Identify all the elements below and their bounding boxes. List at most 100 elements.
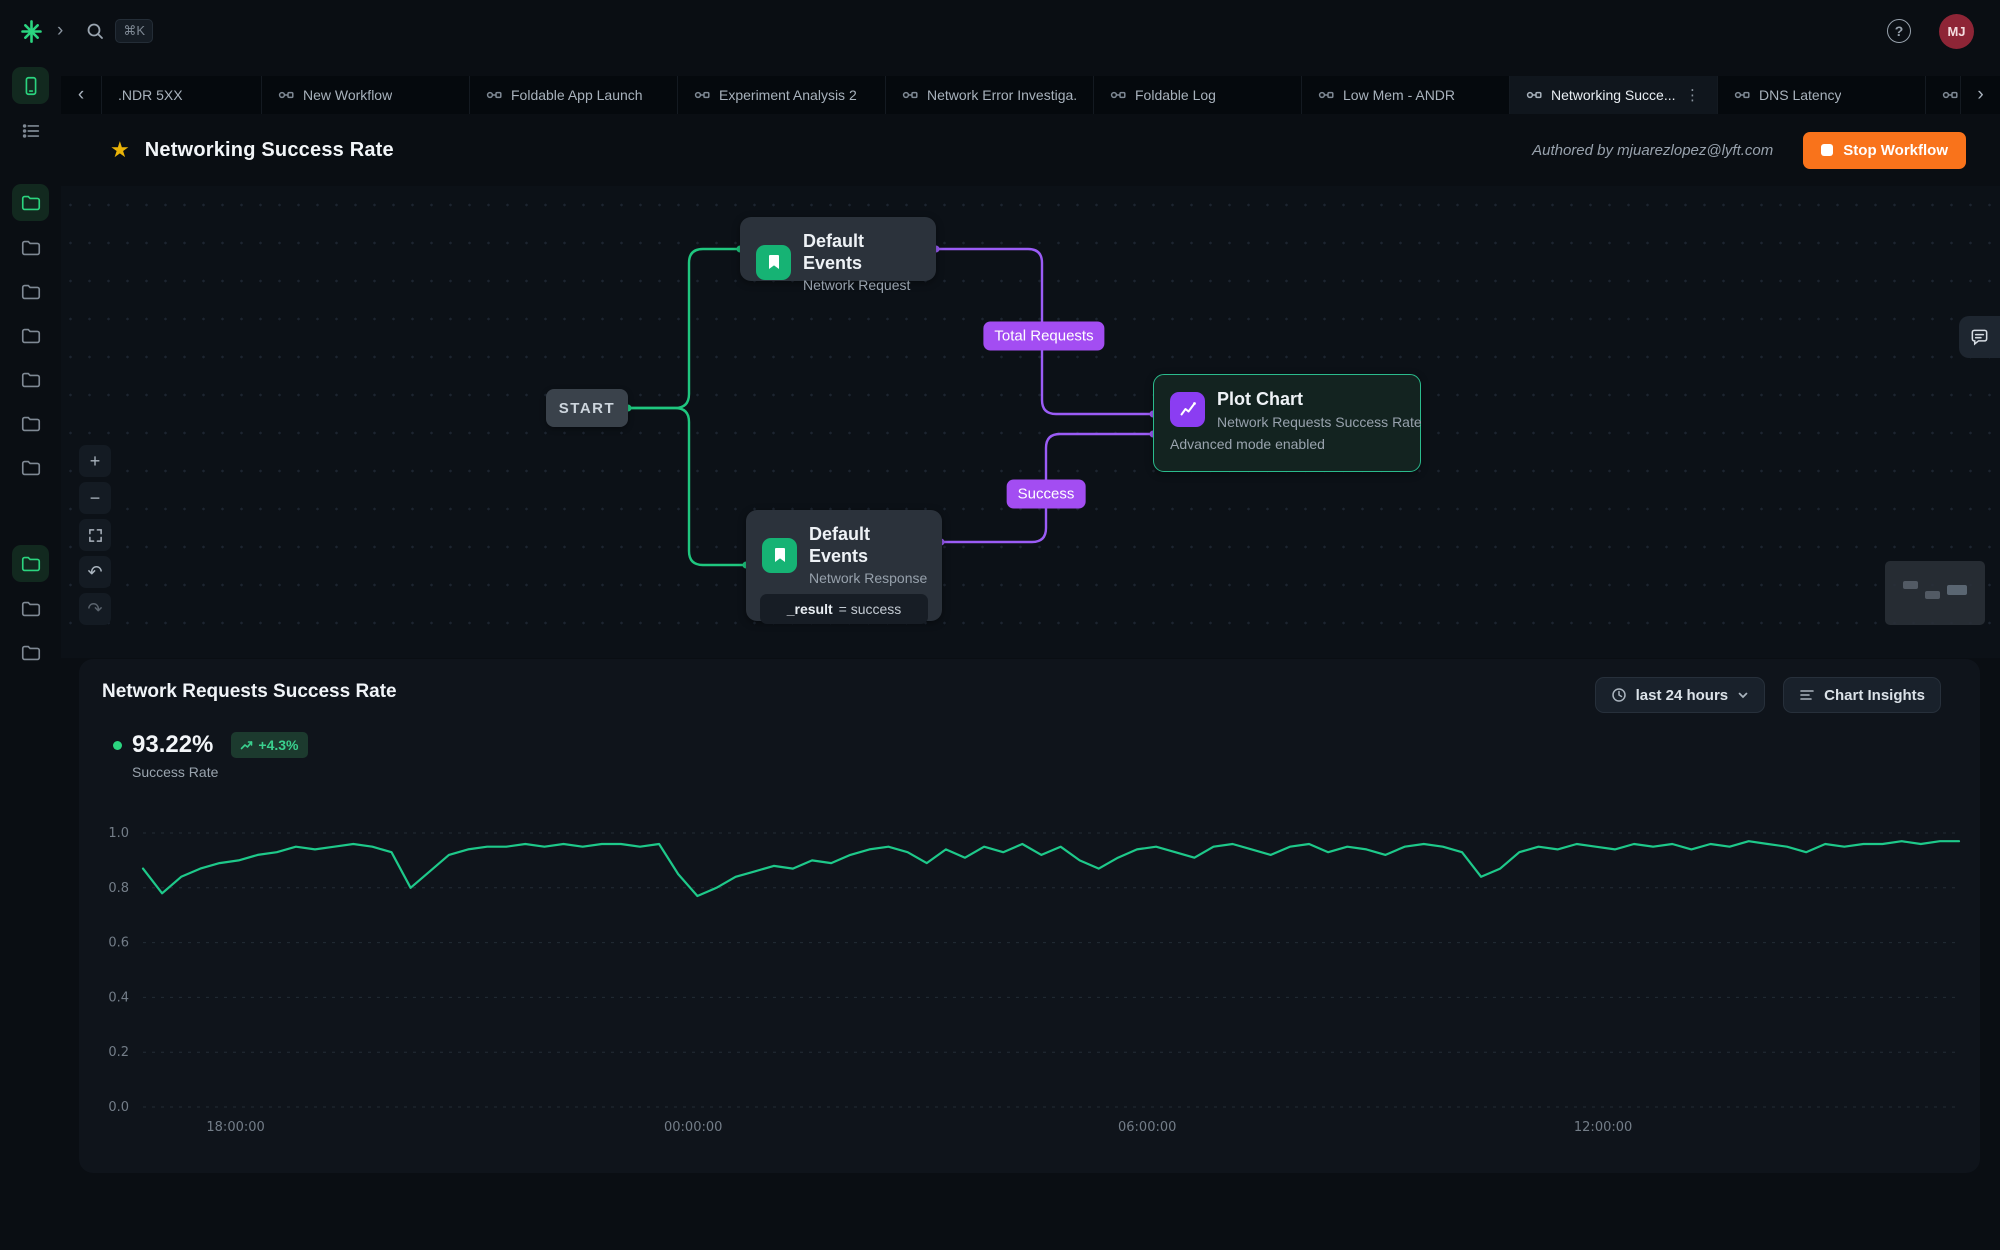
zoom-in-button[interactable]: + (79, 445, 111, 477)
workflow-icon (1526, 87, 1542, 103)
tab-workflow-3[interactable]: Experiment Analysis 2 (677, 76, 885, 114)
sidebar-folder-4[interactable] (12, 317, 49, 354)
workflow-icon (278, 87, 294, 103)
folder-icon (20, 553, 42, 575)
expand-icon (88, 528, 103, 543)
tab-workflow-0[interactable]: .NDR 5XX (101, 76, 261, 114)
sidebar-expand-icon[interactable]: › (57, 20, 63, 42)
svg-text:0.6: 0.6 (108, 936, 129, 951)
workflow-icon (694, 87, 710, 103)
sidebar-item-runs-list[interactable] (12, 112, 49, 149)
workflow-icon (902, 87, 918, 103)
tab-menu-icon[interactable]: ⋮ (1685, 86, 1701, 104)
condition-chip[interactable]: _result = success (760, 594, 928, 624)
clock-icon (1611, 687, 1627, 703)
bookmark-icon (756, 245, 791, 280)
workflow-icon (1734, 87, 1750, 103)
svg-text:0.4: 0.4 (108, 990, 129, 1005)
page-title: Networking Success Rate (145, 139, 394, 162)
favorite-star-icon[interactable]: ★ (110, 137, 130, 163)
sidebar-folder-7[interactable] (12, 449, 49, 486)
help-button[interactable]: ? (1887, 19, 1911, 43)
folder-icon (20, 325, 42, 347)
stop-workflow-button[interactable]: Stop Workflow (1803, 132, 1966, 169)
sidebar-folder-6[interactable] (12, 405, 49, 442)
topbar: › ⌘K ? MJ (0, 0, 2000, 76)
bookmark-icon (762, 538, 797, 573)
workflow-icon (486, 87, 502, 103)
sidebar-folder-active[interactable] (12, 184, 49, 221)
svg-text:12:00:00: 12:00:00 (1574, 1120, 1632, 1135)
sidebar-folder-active-2[interactable] (12, 545, 49, 582)
success-rate-line-chart: 0.00.20.40.60.81.018:00:0000:00:0006:00:… (79, 821, 1973, 1143)
undo-button[interactable]: ↶ (79, 556, 111, 588)
svg-text:0.0: 0.0 (108, 1100, 129, 1115)
node-default-events-request[interactable]: Default Events Network Request (740, 217, 936, 281)
tab-workflow-4[interactable]: Network Error Investiga... (885, 76, 1093, 114)
sidebar (0, 76, 61, 1250)
workflow-icon (1942, 87, 1958, 103)
tab-workflow-2[interactable]: Foldable App Launch (469, 76, 677, 114)
workflow-tabbar: ‹ .NDR 5XX New Workflow Foldable App Lau… (61, 76, 2000, 114)
comments-button[interactable] (1959, 316, 2000, 358)
workflow-header: ★ Networking Success Rate Authored by mj… (61, 114, 2000, 186)
app-logo-icon (18, 18, 45, 45)
chart-insights-button[interactable]: Chart Insights (1783, 677, 1941, 713)
tab-workflow-6[interactable]: Low Mem - ANDR (1301, 76, 1509, 114)
svg-text:1.0: 1.0 (108, 826, 129, 841)
canvas-minimap[interactable] (1885, 561, 1985, 625)
sidebar-folder-3[interactable] (12, 273, 49, 310)
workflow-canvas[interactable]: START Default Events Network Request (61, 186, 2000, 658)
main-content: ‹ .NDR 5XX New Workflow Foldable App Lau… (61, 76, 2000, 1250)
tab-workflow-1[interactable]: New Workflow (261, 76, 469, 114)
tabs-scroll-right-button[interactable]: › (1960, 76, 2000, 114)
chat-bubble-icon (1969, 327, 1990, 348)
chevron-down-icon (1737, 689, 1749, 701)
time-range-dropdown[interactable]: last 24 hours (1595, 677, 1766, 713)
stat-label: Success Rate (132, 764, 308, 780)
folder-icon (20, 598, 42, 620)
redo-button[interactable]: ↷ (79, 593, 111, 625)
workflow-edges (61, 186, 2000, 658)
tab-workflow-8[interactable]: DNS Latency (1717, 76, 1925, 114)
canvas-toolbar: + − ↶ ↷ (79, 445, 111, 625)
tab-workflow-7-active[interactable]: Networking Succe... ⋮ (1509, 76, 1717, 114)
tabs-scroll-left-button[interactable]: ‹ (61, 76, 101, 114)
advanced-mode-note: Advanced mode enabled (1154, 434, 1420, 452)
insights-icon (1799, 687, 1815, 703)
folder-icon (20, 192, 42, 214)
chart-title: Network Requests Success Rate (102, 681, 397, 703)
chart-panel: Network Requests Success Rate last 24 ho… (79, 659, 1980, 1173)
stat-delta-badge: +4.3% (231, 732, 307, 758)
search-icon (85, 21, 105, 41)
smartphone-icon (20, 75, 42, 97)
fit-view-button[interactable] (79, 519, 111, 551)
node-default-events-response[interactable]: Default Events Network Response _result … (746, 510, 942, 621)
series-dot-icon (113, 741, 122, 750)
node-start[interactable]: START (546, 389, 628, 427)
tab-workflow-5[interactable]: Foldable Log (1093, 76, 1301, 114)
svg-text:0.8: 0.8 (108, 881, 129, 896)
authored-by-text: Authored by mjuarezlopez@lyft.com (1532, 142, 1773, 159)
node-plot-chart[interactable]: Plot Chart Network Requests Success Rate… (1153, 374, 1421, 472)
edge-label-total-requests[interactable]: Total Requests (983, 322, 1104, 351)
edge-label-success[interactable]: Success (1007, 480, 1086, 509)
sidebar-folder-9[interactable] (12, 590, 49, 627)
list-icon (20, 120, 42, 142)
avatar[interactable]: MJ (1939, 14, 1974, 49)
stat-value: 93.22% (132, 731, 213, 759)
sidebar-item-devices[interactable] (12, 67, 49, 104)
folder-icon (20, 281, 42, 303)
success-rate-stat: 93.22% +4.3% Success Rate (113, 731, 308, 780)
sidebar-folder-5[interactable] (12, 361, 49, 398)
search-button[interactable]: ⌘K (85, 19, 153, 43)
app-root: › ⌘K ? MJ ‹ .ND (0, 0, 2000, 1250)
zoom-out-button[interactable]: − (79, 482, 111, 514)
sidebar-folder-2[interactable] (12, 229, 49, 266)
svg-text:00:00:00: 00:00:00 (664, 1120, 722, 1135)
stop-icon (1821, 144, 1833, 156)
workflow-icon (1110, 87, 1126, 103)
sidebar-folder-10[interactable] (12, 634, 49, 671)
svg-text:06:00:00: 06:00:00 (1118, 1120, 1176, 1135)
folder-icon (20, 237, 42, 259)
